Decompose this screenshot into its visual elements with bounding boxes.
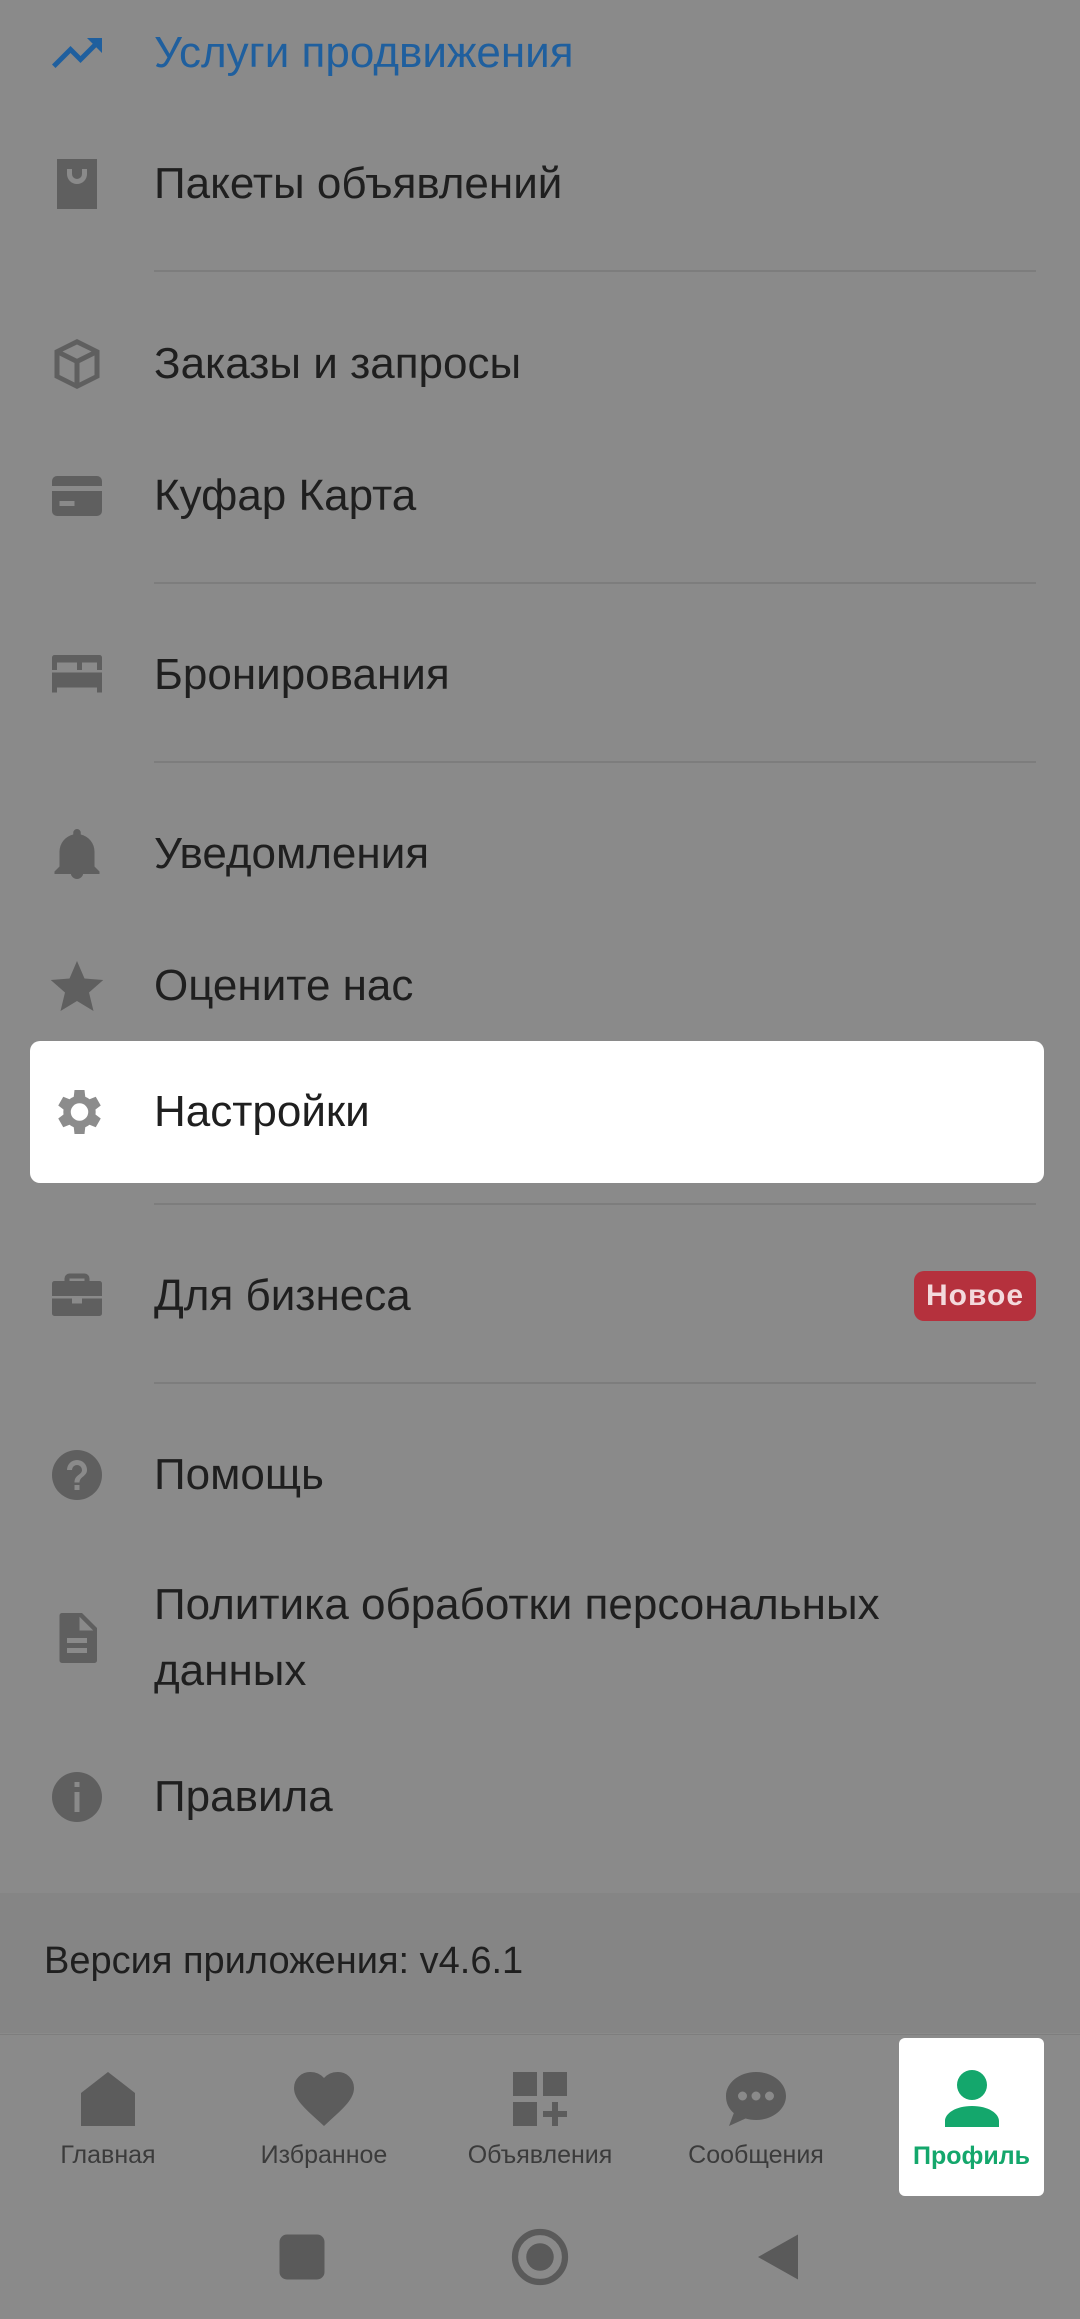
- gear-icon: [44, 1079, 110, 1145]
- nav-tab-favorites[interactable]: Избранное: [216, 2035, 432, 2198]
- home-icon: [81, 2072, 135, 2126]
- divider: [154, 1382, 1036, 1384]
- home-circle-icon[interactable]: [510, 2227, 570, 2287]
- menu-item-label: Правила: [154, 1772, 333, 1821]
- menu-item-kufar-card[interactable]: Куфар Карта: [0, 430, 1080, 562]
- menu-item-help[interactable]: Помощь: [0, 1409, 1080, 1541]
- ads-grid-plus-icon: [513, 2072, 567, 2126]
- menu-item-label: Услуги продвижения: [154, 28, 574, 77]
- back-triangle-icon[interactable]: [748, 2227, 808, 2287]
- nav-tab-messages[interactable]: Сообщения: [648, 2035, 864, 2198]
- star-icon: [44, 953, 110, 1019]
- nav-label: Профиль: [912, 2141, 1030, 2170]
- recents-square-icon[interactable]: [272, 2227, 332, 2287]
- menu-item-label: Для бизнеса: [154, 1271, 411, 1320]
- nav-label: Сообщения: [688, 2141, 824, 2169]
- menu-item-label: Пакеты объявлений: [154, 159, 563, 208]
- menu-item-privacy-policy[interactable]: Политика обработки персональных данных: [0, 1538, 1080, 1738]
- divider: [154, 761, 1036, 763]
- menu-item-label: Куфар Карта: [154, 471, 417, 520]
- menu-item-promotion-services[interactable]: Услуги продвижения: [0, 0, 1080, 106]
- menu-item-label: Заказы и запросы: [154, 339, 522, 388]
- nav-label: Главная: [60, 2141, 156, 2169]
- nav-label: Избранное: [260, 2141, 388, 2169]
- menu-item-ad-packages[interactable]: Пакеты объявлений: [0, 118, 1080, 250]
- menu-item-label: Помощь: [154, 1450, 324, 1499]
- menu-item-label: Настройки: [154, 1087, 370, 1136]
- document-icon: [44, 1605, 110, 1671]
- menu-item-notifications[interactable]: Уведомления: [0, 788, 1080, 920]
- system-navigation-bar: [0, 2197, 1080, 2319]
- help-circle-icon: [44, 1442, 110, 1508]
- nav-tab-profile[interactable]: Профиль: [899, 2038, 1044, 2196]
- new-badge: Новое: [913, 1271, 1036, 1321]
- bed-icon: [44, 642, 110, 708]
- menu-item-rules[interactable]: Правила: [0, 1731, 1080, 1863]
- menu-item-bookings[interactable]: Бронирования: [0, 609, 1080, 741]
- menu-item-orders[interactable]: Заказы и запросы: [0, 298, 1080, 430]
- info-icon: [44, 1764, 110, 1830]
- menu-item-label: Политика обработки персональных данных: [154, 1580, 880, 1695]
- menu-item-for-business[interactable]: Для бизнеса Новое: [0, 1230, 1080, 1362]
- menu-item-settings[interactable]: Настройки: [0, 1046, 1080, 1178]
- menu-item-label: Оцените нас: [154, 961, 414, 1010]
- menu-item-label: Уведомления: [154, 829, 430, 878]
- nav-label: Объявления: [467, 2141, 613, 2169]
- trending-up-icon: [44, 20, 110, 86]
- person-icon: [944, 2069, 999, 2127]
- divider: [154, 270, 1036, 272]
- heart-icon: [294, 2071, 354, 2126]
- app-version-text: Версия приложения: v4.6.1: [44, 1940, 524, 1982]
- menu-item-label: Бронирования: [154, 650, 450, 699]
- package-box-icon: [44, 331, 110, 397]
- nav-tab-ads[interactable]: Объявления: [432, 2035, 648, 2198]
- shopping-bag-icon: [44, 151, 110, 217]
- menu-item-rate-us[interactable]: Оцените нас: [0, 920, 1080, 1052]
- chat-bubble-icon: [725, 2072, 786, 2126]
- nav-tab-home[interactable]: Главная: [0, 2035, 216, 2198]
- bell-icon: [44, 821, 110, 887]
- briefcase-icon: [44, 1263, 110, 1329]
- divider: [154, 1203, 1036, 1205]
- credit-card-icon: [44, 463, 110, 529]
- divider: [154, 582, 1036, 584]
- bottom-navigation: Главная Избранное Объявления Сообщения П…: [0, 2034, 1080, 2198]
